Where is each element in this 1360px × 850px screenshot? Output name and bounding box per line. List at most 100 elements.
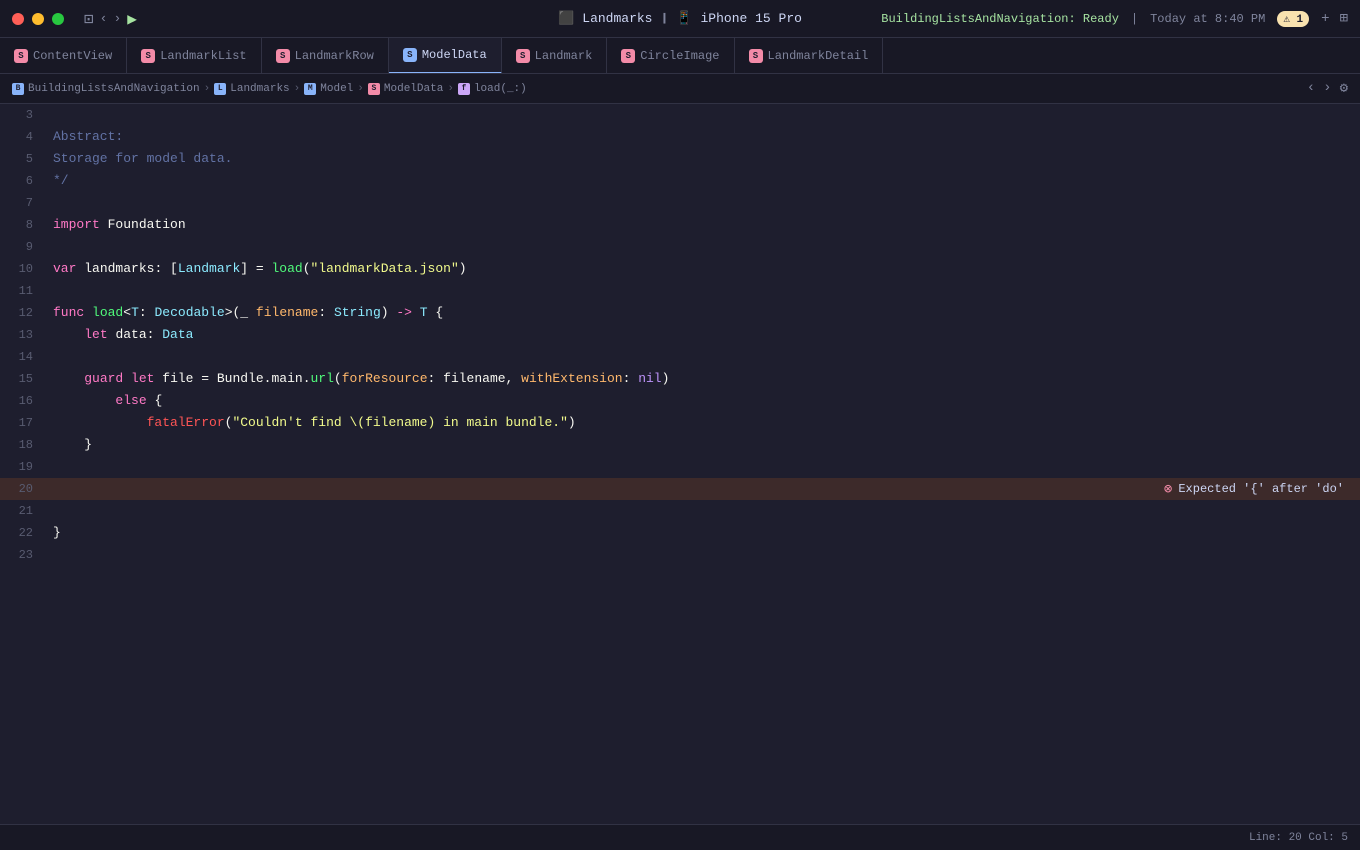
- line-num-16: 16: [0, 390, 45, 412]
- tab-landmark-list[interactable]: S LandmarkList: [127, 38, 261, 74]
- code-line-9: 9: [0, 236, 1360, 258]
- line-num-4: 4: [0, 126, 45, 148]
- line-num-20: 20: [0, 478, 45, 500]
- line-content-17[interactable]: fatalError("Couldn't find \(filename) in…: [45, 412, 1360, 434]
- error-message: Expected '{' after 'do': [1178, 482, 1344, 496]
- run-button[interactable]: ▶: [127, 9, 137, 29]
- build-status: BuildingListsAndNavigation: Ready: [881, 12, 1119, 26]
- line-num-7: 7: [0, 192, 45, 214]
- line-content-22[interactable]: }: [45, 522, 1360, 544]
- tab-icon-model-data: S: [403, 48, 417, 62]
- line-content-4[interactable]: Abstract:: [45, 126, 1360, 148]
- line-num-10: 10: [0, 258, 45, 280]
- maximize-button[interactable]: [52, 13, 64, 25]
- code-line-23: 23: [0, 544, 1360, 566]
- breadcrumb-back-icon[interactable]: ‹: [1307, 80, 1315, 97]
- line-num-8: 8: [0, 214, 45, 236]
- line-num-17: 17: [0, 412, 45, 434]
- breadcrumb-sep-4: ›: [447, 83, 454, 95]
- breadcrumb-project-icon: B: [12, 83, 24, 95]
- line-content-5[interactable]: Storage for model data.: [45, 148, 1360, 170]
- tab-icon-landmark-list: S: [141, 49, 155, 63]
- nav-forward-button[interactable]: ›: [113, 11, 121, 26]
- breadcrumb-modeldata-label: ModelData: [384, 83, 443, 95]
- breadcrumb-model[interactable]: M Model: [304, 83, 353, 95]
- code-line-3: 3: [0, 104, 1360, 126]
- cursor-position: Line: 20 Col: 5: [1249, 832, 1348, 844]
- code-line-8: 8 import Foundation: [0, 214, 1360, 236]
- layout-button[interactable]: ⊞: [1340, 10, 1348, 27]
- line-num-23: 23: [0, 544, 45, 566]
- breadcrumb-modeldata-icon: S: [368, 83, 380, 95]
- line-content-15[interactable]: guard let file = Bundle.main.url(forReso…: [45, 368, 1360, 390]
- title-bar-center: ⬛ Landmarks ❙ 📱 iPhone 15 Pro: [558, 11, 802, 26]
- add-editor-button[interactable]: +: [1321, 11, 1329, 27]
- code-editor[interactable]: 3 4 Abstract: 5 Storage for model data. …: [0, 104, 1360, 824]
- tab-content-view[interactable]: S ContentView: [0, 38, 127, 74]
- line-num-6: 6: [0, 170, 45, 192]
- tab-landmark-detail[interactable]: S LandmarkDetail: [735, 38, 884, 74]
- code-line-7: 7: [0, 192, 1360, 214]
- code-line-18: 18 }: [0, 434, 1360, 456]
- breadcrumb-sep-3: ›: [357, 83, 364, 95]
- breadcrumb-forward-icon[interactable]: ›: [1323, 80, 1331, 97]
- line-content-13[interactable]: let data: Data: [45, 324, 1360, 346]
- tab-icon-circle-image: S: [621, 49, 635, 63]
- line-content-10[interactable]: var landmarks: [Landmark] = load("landma…: [45, 258, 1360, 280]
- line-num-5: 5: [0, 148, 45, 170]
- line-content-12[interactable]: func load<T: Decodable>(_ filename: Stri…: [45, 302, 1360, 324]
- line-content-16[interactable]: else {: [45, 390, 1360, 412]
- status-bar: Line: 20 Col: 5: [0, 824, 1360, 850]
- breadcrumb-load-func[interactable]: f load(_:): [458, 83, 527, 95]
- code-line-14: 14: [0, 346, 1360, 368]
- line-num-3: 3: [0, 104, 45, 126]
- line-content-18[interactable]: }: [45, 434, 1360, 456]
- breadcrumb-model-label: Model: [320, 83, 353, 95]
- code-line-15: 15 guard let file = Bundle.main.url(forR…: [0, 368, 1360, 390]
- breadcrumb-modeldata[interactable]: S ModelData: [368, 83, 443, 95]
- code-line-21: 21: [0, 500, 1360, 522]
- code-line-11: 11: [0, 280, 1360, 302]
- breadcrumb-func-label: load(_:): [474, 83, 527, 95]
- line-num-19: 19: [0, 456, 45, 478]
- line-num-15: 15: [0, 368, 45, 390]
- code-line-4: 4 Abstract:: [0, 126, 1360, 148]
- breadcrumb-actions: ‹ › ⚙: [1307, 80, 1348, 97]
- code-line-16: 16 else {: [0, 390, 1360, 412]
- code-line-12: 12 func load<T: Decodable>(_ filename: S…: [0, 302, 1360, 324]
- code-line-17: 17 fatalError("Couldn't find \(filename)…: [0, 412, 1360, 434]
- tab-landmark-row[interactable]: S LandmarkRow: [262, 38, 389, 74]
- breadcrumb-model-icon: M: [304, 83, 316, 95]
- code-line-10: 10 var landmarks: [Landmark] = load("lan…: [0, 258, 1360, 280]
- tab-circle-image[interactable]: S CircleImage: [607, 38, 734, 74]
- tab-label-landmark-row: LandmarkRow: [295, 49, 374, 63]
- tab-label-landmark: Landmark: [535, 49, 593, 63]
- title-icons: + ⊞: [1321, 10, 1348, 27]
- sidebar-toggle-button[interactable]: ⊡: [84, 9, 94, 29]
- line-num-14: 14: [0, 346, 45, 368]
- line-content-8[interactable]: import Foundation: [45, 214, 1360, 236]
- breadcrumb-sep-1: ›: [204, 83, 211, 95]
- code-line-5: 5 Storage for model data.: [0, 148, 1360, 170]
- breadcrumb-landmarks-label: Landmarks: [230, 83, 289, 95]
- line-num-21: 21: [0, 500, 45, 522]
- line-num-12: 12: [0, 302, 45, 324]
- breadcrumb-settings-icon[interactable]: ⚙: [1340, 80, 1348, 97]
- line-content-6[interactable]: */: [45, 170, 1360, 192]
- breadcrumb-landmarks[interactable]: L Landmarks: [214, 83, 289, 95]
- line-num-11: 11: [0, 280, 45, 302]
- scheme-name: Landmarks: [582, 11, 652, 26]
- code-line-22: 22 }: [0, 522, 1360, 544]
- scheme-separator: ❙: [660, 11, 668, 26]
- minimize-button[interactable]: [32, 13, 44, 25]
- title-bar-right: BuildingListsAndNavigation: Ready | Toda…: [881, 10, 1360, 27]
- close-button[interactable]: [12, 13, 24, 25]
- warning-badge[interactable]: ⚠ 1: [1277, 11, 1309, 27]
- nav-back-button[interactable]: ‹: [100, 11, 108, 26]
- breadcrumb-sep-2: ›: [294, 83, 301, 95]
- tab-icon-landmark: S: [516, 49, 530, 63]
- breadcrumb-project[interactable]: B BuildingListsAndNavigation: [12, 83, 200, 95]
- line-num-13: 13: [0, 324, 45, 346]
- tab-landmark[interactable]: S Landmark: [502, 38, 608, 74]
- tab-model-data[interactable]: S ModelData: [389, 38, 502, 74]
